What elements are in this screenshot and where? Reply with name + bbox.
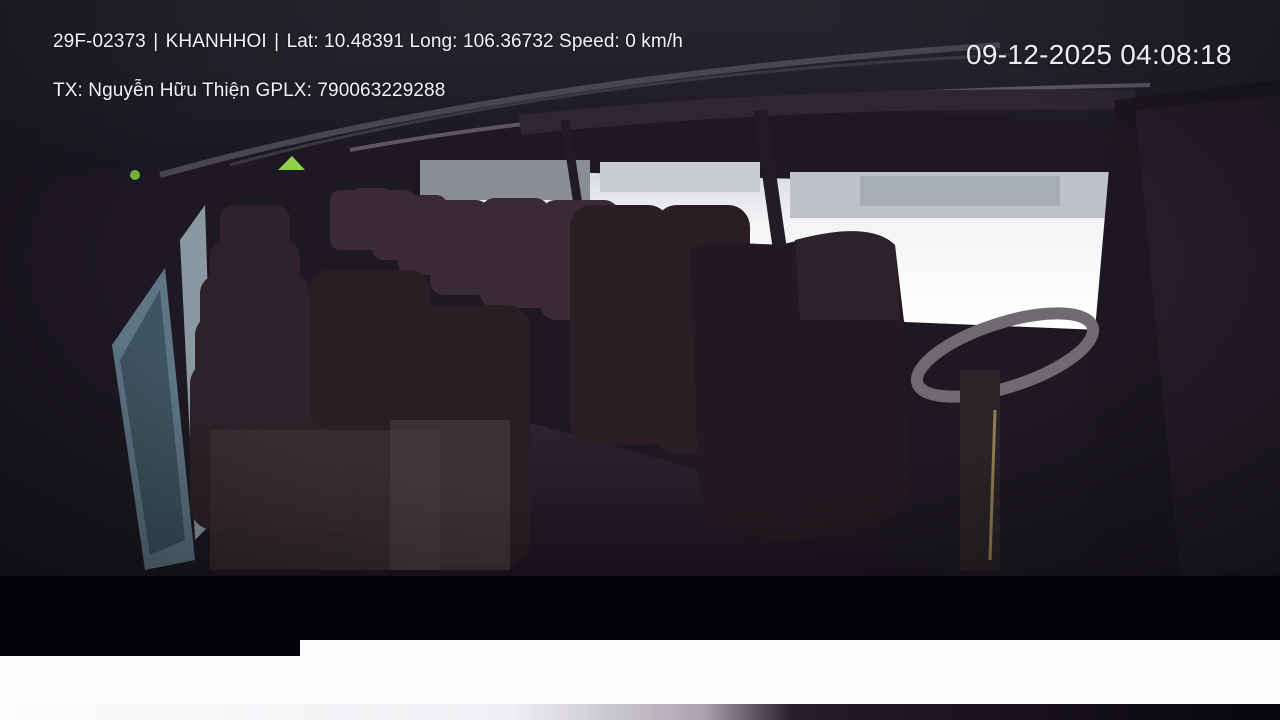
separator: | [153, 31, 159, 52]
latitude-label: Lat: [286, 31, 319, 52]
speed-label: Speed: [559, 31, 620, 52]
longitude-value: 106.36732 [462, 31, 554, 52]
speed-value: 0 km/h [625, 31, 683, 52]
license-label: GPLX: [255, 80, 312, 101]
longitude-label: Long: [409, 31, 458, 52]
vehicle-plate: 29F-02373 [53, 31, 146, 52]
company-name: KHANHHOI [165, 31, 267, 52]
bus-interior-camera-image [0, 0, 1280, 720]
gps-info-overlay: 29F-02373 | KHANHHOI | Lat: 10.48391 Lon… [53, 31, 683, 53]
latitude-value: 10.48391 [324, 31, 405, 52]
driver-label: TX: [53, 80, 83, 101]
camera-frame: 29F-02373 | KHANHHOI | Lat: 10.48391 Lon… [0, 0, 1280, 720]
separator: | [274, 31, 280, 52]
license-number: 790063229288 [317, 80, 446, 101]
timestamp-overlay: 09-12-2025 04:08:18 [966, 39, 1232, 70]
driver-name: Nguyễn Hữu Thiện [88, 80, 251, 101]
driver-info-overlay: TX: Nguyễn Hữu Thiện GPLX: 790063229288 [53, 80, 445, 102]
